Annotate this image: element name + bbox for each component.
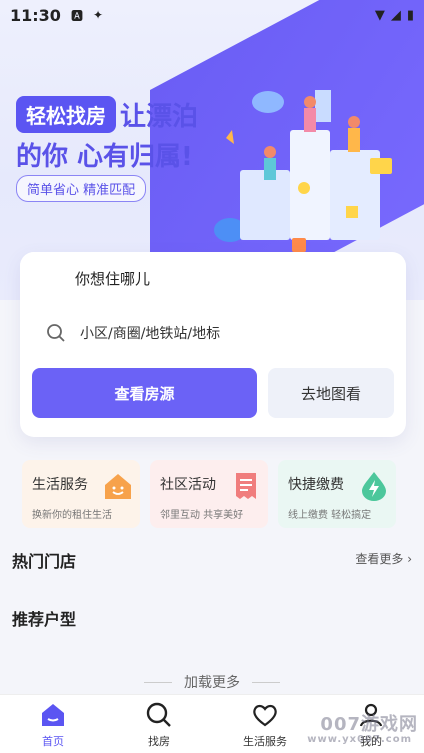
divider xyxy=(144,681,172,683)
house-smile-icon xyxy=(105,474,131,499)
tab-commute-search[interactable]: 通勤找房 xyxy=(220,256,406,302)
battery-icon: ▮ xyxy=(406,7,414,23)
service-card-life[interactable]: 生活服务 换新你的租住生活 xyxy=(22,460,140,528)
tab-label: 首页 xyxy=(42,735,64,748)
wifi-icon: ▼ xyxy=(374,7,385,23)
receipt-icon xyxy=(236,473,256,499)
tab-label: 找房 xyxy=(148,735,170,748)
chevron-right-icon: › xyxy=(407,552,412,566)
load-more-label: 加载更多 xyxy=(184,675,240,691)
tab-home[interactable]: 首页 xyxy=(8,701,98,749)
see-more-label: 查看更多 xyxy=(355,552,404,566)
divider xyxy=(252,681,280,683)
search-input[interactable]: 小区/商圈/地铁站/地标 xyxy=(46,318,220,348)
banner-headline-2: 的你 心有归属! xyxy=(16,142,193,172)
see-more-link[interactable]: 查看更多 › xyxy=(355,550,412,567)
energy-drop-icon xyxy=(362,472,386,501)
status-bar: 11:30 🅰 ✦ ▼ ◢ ▮ xyxy=(0,0,424,30)
load-more[interactable]: 加载更多 xyxy=(0,672,424,692)
service-card-payment[interactable]: 快捷缴费 线上缴费 轻松搞定 xyxy=(278,460,396,528)
search-icon xyxy=(47,324,65,342)
service-subtitle: 线上缴费 轻松搞定 xyxy=(288,510,372,521)
banner-tag: 轻松找房 xyxy=(16,96,116,133)
search-icon xyxy=(146,702,171,727)
banner-headline-1: 让漂泊 xyxy=(120,102,199,132)
app-notification-icon: ✦ xyxy=(92,8,104,22)
search-placeholder: 小区/商圈/地铁站/地标 xyxy=(80,326,221,342)
heart-icon xyxy=(253,704,277,727)
recommended-layouts-title: 推荐户型 xyxy=(12,610,77,629)
watermark-text: 007游戏网 xyxy=(320,714,418,735)
map-view-button[interactable]: 去地图看 xyxy=(268,368,394,418)
tab-where-to-live[interactable]: 你想住哪儿 xyxy=(20,252,220,304)
service-subtitle: 邻里互动 共享美好 xyxy=(160,510,244,521)
status-time: 11:30 xyxy=(10,5,61,25)
watermark-url: www.yx007.com xyxy=(307,734,412,745)
watermark: 007游戏网 www.yx007.com xyxy=(307,710,418,745)
view-listings-button[interactable]: 查看房源 xyxy=(32,368,257,418)
service-subtitle: 换新你的租住生活 xyxy=(32,510,112,521)
status-icons: ▼ ◢ ▮ xyxy=(375,8,414,23)
tab-label: 生活服务 xyxy=(243,735,287,748)
banner-subtitle: 简单省心 精准匹配 xyxy=(16,175,147,202)
keyboard-a-icon: 🅰 xyxy=(70,8,83,23)
tab-life-service[interactable]: 生活服务 xyxy=(220,701,310,749)
tab-find-house[interactable]: 找房 xyxy=(114,701,204,749)
hot-stores-title: 热门门店 xyxy=(12,552,77,571)
home-icon xyxy=(42,704,64,726)
service-card-community[interactable]: 社区活动 邻里互动 共享美好 xyxy=(150,460,268,528)
signal-icon: ◢ xyxy=(390,7,401,23)
